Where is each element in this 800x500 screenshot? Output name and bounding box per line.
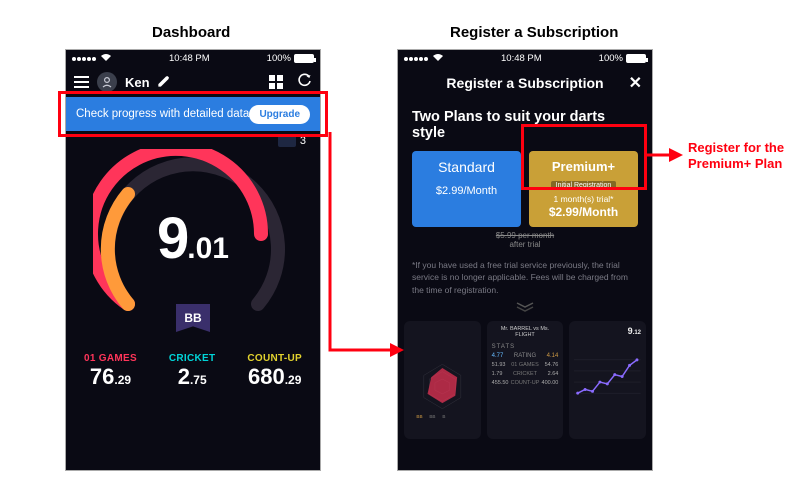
user-name: Ken [125, 75, 150, 90]
stats-row: 01 GAMES 76.29 CRICKET 2.75 COUNT-UP 680… [66, 349, 320, 390]
preview-card-1: BB BB B [404, 321, 481, 439]
status-bar: 10:48 PM 100% [66, 50, 320, 67]
wifi-icon [100, 53, 112, 65]
menu-icon[interactable] [74, 76, 89, 88]
preview-card-2: Mr. BARREL vs Ms. FLIGHT STATS 4.77RATIN… [487, 321, 564, 439]
heading-subscription: Register a Subscription [450, 24, 618, 41]
battery-pct: 100% [599, 53, 623, 64]
edit-icon[interactable] [158, 75, 170, 90]
rating-score: 9.01 [93, 205, 293, 272]
after-trial-text: after trial [412, 240, 638, 249]
svg-text:BB: BB [429, 414, 435, 419]
stat-cricket[interactable]: CRICKET 2.75 [169, 353, 216, 390]
chevron-down-icon[interactable] [412, 302, 638, 315]
annotation-box-premium [521, 124, 647, 190]
avatar[interactable] [97, 72, 117, 92]
qr-icon[interactable] [269, 75, 283, 89]
stat-01games[interactable]: 01 GAMES 76.29 [84, 353, 137, 390]
svg-text:B: B [442, 414, 445, 419]
plan-standard[interactable]: Standard $2.99/Month [412, 151, 521, 227]
rating-ribbon: BB [176, 304, 210, 332]
stat-countup[interactable]: COUNT-UP 680.29 [247, 353, 302, 390]
annotation-arrow-1 [322, 130, 406, 360]
status-time: 10:48 PM [169, 53, 210, 64]
status-time: 10:48 PM [501, 53, 542, 64]
rating-gauge: 9.01 BB [93, 149, 293, 349]
subscription-header: Register a Subscription ✕ [398, 67, 652, 99]
close-icon[interactable]: ✕ [629, 73, 642, 93]
refresh-icon[interactable] [297, 73, 312, 91]
after-trial-strike: $5.99 per month [412, 231, 638, 240]
signal-dots-icon [72, 53, 97, 64]
signal-dots-icon [404, 53, 429, 64]
disclaimer: *If you have used a free trial service p… [412, 259, 638, 296]
annotation-callout: Register for the Premium+ Plan [688, 140, 784, 173]
battery-pct: 100% [267, 53, 291, 64]
annotation-box-banner [58, 91, 328, 137]
page-title: Register a Subscription [446, 75, 603, 91]
preview-card-3: 9.12 [569, 321, 646, 439]
wifi-icon [432, 53, 444, 65]
battery-icon [626, 54, 646, 63]
battery-icon [294, 54, 314, 63]
svg-text:BB: BB [416, 414, 422, 419]
annotation-arrow-2 [645, 142, 685, 168]
preview-row: BB BB B Mr. BARREL vs Ms. FLIGHT STATS 4… [398, 321, 652, 439]
status-bar: 10:48 PM 100% [398, 50, 652, 67]
heading-dashboard: Dashboard [152, 24, 230, 41]
phone-subscription: 10:48 PM 100% Register a Subscription ✕ … [397, 49, 653, 471]
